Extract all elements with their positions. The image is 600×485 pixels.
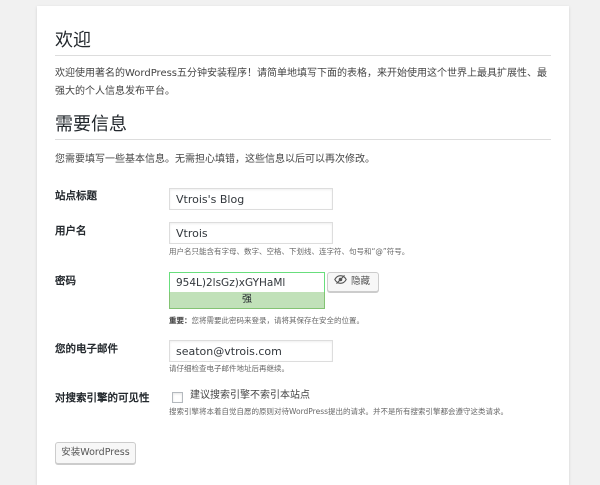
noindex-checkbox-label[interactable]: 建议搜索引擎不索引本站点 — [190, 389, 310, 403]
username-input[interactable] — [169, 222, 333, 244]
username-label: 用户名 — [55, 225, 87, 237]
hide-password-button[interactable]: 隐藏 — [327, 272, 379, 292]
noindex-checkbox[interactable] — [172, 392, 183, 403]
site-title-input[interactable] — [169, 188, 333, 210]
info-divider — [55, 139, 551, 140]
install-wordpress-button[interactable]: 安装WordPress — [55, 442, 136, 464]
password-label: 密码 — [55, 275, 76, 287]
visibility-label: 对搜索引擎的可见性 — [55, 392, 150, 404]
welcome-title: 欢迎 — [55, 30, 91, 51]
username-hint: 用户名只能含有字母、数字、空格、下划线、连字符、句号和“@”符号。 — [169, 247, 410, 256]
hide-password-label: 隐藏 — [351, 276, 371, 287]
password-note-bold: 重要： — [169, 316, 192, 325]
info-title: 需要信息 — [55, 114, 127, 135]
welcome-divider — [55, 55, 551, 56]
eye-slash-icon — [334, 273, 347, 291]
password-strength-meter: 强 — [169, 292, 325, 309]
email-hint: 请仔细检查电子邮件地址后再继续。 — [169, 364, 289, 373]
password-note: 重要：您将需要此密码来登录，请将其保存在安全的位置。 — [169, 315, 364, 327]
setup-panel: 欢迎 欢迎使用著名的WordPress五分钟安装程序！请简单地填写下面的表格，来… — [37, 6, 569, 485]
email-input[interactable] — [169, 340, 333, 362]
welcome-text: 欢迎使用著名的WordPress五分钟安装程序！请简单地填写下面的表格，来开始使… — [55, 68, 548, 97]
password-input[interactable] — [169, 272, 325, 293]
info-text: 您需要填写一些基本信息。无需担心填错，这些信息以后可以再次修改。 — [55, 154, 375, 165]
password-note-text: 您将需要此密码来登录，请将其保存在安全的位置。 — [191, 316, 365, 325]
visibility-hint: 搜索引擎将本着自觉自愿的原则对待WordPress提出的请求。并不是所有搜索引擎… — [169, 407, 509, 416]
email-label: 您的电子邮件 — [55, 343, 118, 355]
site-title-label: 站点标题 — [55, 190, 97, 202]
